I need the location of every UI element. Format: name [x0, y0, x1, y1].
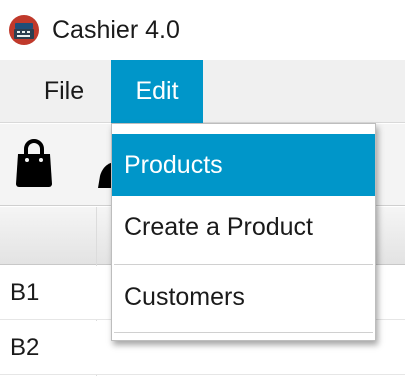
menu-edit[interactable]: Edit	[111, 60, 203, 123]
menu-item-customers[interactable]: Customers	[112, 266, 375, 328]
row-id-cell: B2	[10, 334, 40, 361]
menu-bar: File Edit	[0, 60, 405, 123]
shopping-bag-icon[interactable]	[14, 138, 54, 188]
menu-separator	[114, 332, 373, 333]
title-bar: Cashier 4.0	[0, 0, 405, 60]
window-title: Cashier 4.0	[52, 16, 180, 44]
menu-separator	[114, 264, 373, 265]
menu-item-products[interactable]: Products	[112, 134, 375, 196]
cash-register-icon	[9, 15, 39, 45]
menu-file[interactable]: File	[24, 60, 104, 123]
row-id-cell: B1	[10, 279, 40, 306]
edit-dropdown-menu: Products Create a Product Customers	[111, 123, 376, 341]
app-window: Cashier 4.0 File Edit B1 B2 Products Cre…	[0, 0, 405, 376]
menu-item-create-product[interactable]: Create a Product	[112, 196, 375, 258]
